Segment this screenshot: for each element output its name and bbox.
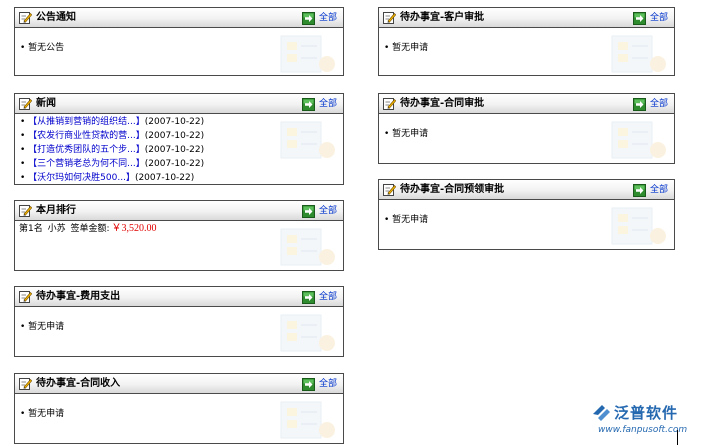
amount-label: 签单金额:	[70, 224, 110, 234]
panel-ranking: 本月排行 全部 第1名 小苏 签单金额: ￥3,520.00	[14, 200, 344, 271]
news-date: (2007-10-22)	[134, 173, 195, 183]
panel-contract-approval: 待办事宜-合同审批 全部 • 暂无申请	[378, 93, 675, 164]
arrow-right-icon	[302, 378, 315, 391]
view-all-label[interactable]: 全部	[650, 184, 668, 196]
edit-icon	[19, 377, 32, 390]
logo-mark-icon	[593, 405, 610, 421]
panel-announcement: 公告通知 全部 • 暂无公告	[14, 7, 344, 76]
rank-position: 第1名	[19, 224, 43, 234]
arrow-right-icon	[302, 98, 315, 111]
panel-header: 待办事宜-合同收入 全部	[15, 374, 343, 394]
view-all-label[interactable]: 全部	[319, 98, 337, 110]
empty-message: • 暂无申请	[384, 215, 429, 225]
panel-customer-approval: 待办事宜-客户审批 全部 • 暂无申请	[378, 7, 675, 76]
panel-title: 待办事宜-客户审批	[400, 12, 485, 23]
rank-person: 小苏	[47, 224, 66, 234]
news-link[interactable]: 【沃尔玛如何决胜500...】	[28, 173, 135, 183]
view-all-button[interactable]: 全部	[633, 11, 668, 25]
panel-header: 待办事宜-费用支出 全部	[15, 287, 343, 307]
view-all-button[interactable]: 全部	[633, 183, 668, 197]
arrow-right-icon	[633, 12, 646, 25]
edit-icon	[19, 97, 32, 110]
edit-icon	[19, 11, 32, 24]
ranking-row: 第1名 小苏 签单金额: ￥3,520.00	[19, 223, 159, 235]
edit-icon	[383, 183, 396, 196]
panel-header: 公告通知 全部	[15, 8, 343, 28]
news-item: • 【打造优秀团队的五个步...】(2007-10-22)	[20, 145, 205, 155]
panel-title: 待办事宜-合同预领审批	[400, 184, 505, 195]
arrow-right-icon	[302, 291, 315, 304]
edit-icon	[19, 204, 32, 217]
arrow-right-icon	[302, 205, 315, 218]
news-date: (2007-10-22)	[144, 131, 205, 141]
panel-title: 公告通知	[36, 12, 76, 23]
panel-watermark	[273, 398, 337, 444]
view-all-label[interactable]: 全部	[319, 378, 337, 390]
view-all-label[interactable]: 全部	[319, 205, 337, 217]
view-all-button[interactable]: 全部	[302, 290, 337, 304]
empty-message: • 暂无申请	[20, 322, 65, 332]
news-link[interactable]: 【从推销到营销的组织结...】	[28, 117, 145, 127]
news-link[interactable]: 【打造优秀团队的五个步...】	[28, 145, 145, 155]
view-all-button[interactable]: 全部	[302, 377, 337, 391]
view-all-button[interactable]: 全部	[302, 97, 337, 111]
panel-news: 新闻 全部 • 【从推销到营销的组织结...】(2007-10-22) • 【农…	[14, 93, 344, 185]
panel-header: 待办事宜-合同审批 全部	[379, 94, 674, 114]
news-date: (2007-10-22)	[144, 145, 205, 155]
view-all-button[interactable]: 全部	[302, 204, 337, 218]
panel-expense: 待办事宜-费用支出 全部 • 暂无申请	[14, 286, 344, 357]
panel-watermark	[273, 32, 337, 76]
edit-icon	[383, 97, 396, 110]
empty-message: • 暂无公告	[20, 43, 65, 53]
view-all-label[interactable]: 全部	[319, 291, 337, 303]
arrow-right-icon	[302, 12, 315, 25]
edit-icon	[383, 11, 396, 24]
panel-header: 新闻 全部	[15, 94, 343, 114]
panel-income: 待办事宜-合同收入 全部 • 暂无申请	[14, 373, 344, 444]
panel-title: 待办事宜-合同收入	[36, 378, 121, 389]
panel-watermark	[273, 118, 337, 164]
view-all-label[interactable]: 全部	[319, 12, 337, 24]
panel-title: 待办事宜-费用支出	[36, 291, 121, 302]
news-link[interactable]: 【农发行商业性贷款的营...】	[28, 131, 145, 141]
news-item: • 【三个营销老总为何不同...】(2007-10-22)	[20, 159, 205, 169]
panel-prereceipt-approval: 待办事宜-合同预领审批 全部 • 暂无申请	[378, 179, 675, 250]
news-item: • 【农发行商业性贷款的营...】(2007-10-22)	[20, 131, 205, 141]
panel-watermark	[273, 225, 337, 271]
panel-watermark	[273, 311, 337, 357]
news-item: • 【沃尔玛如何决胜500...】(2007-10-22)	[20, 173, 195, 183]
logo-name: 泛普软件	[614, 404, 679, 422]
panel-header: 待办事宜-客户审批 全部	[379, 8, 674, 28]
news-link[interactable]: 【三个营销老总为何不同...】	[28, 159, 145, 169]
empty-message: • 暂无申请	[384, 129, 429, 139]
panel-watermark	[604, 204, 668, 250]
view-all-button[interactable]: 全部	[302, 11, 337, 25]
divider-mark	[677, 430, 678, 445]
panel-header: 待办事宜-合同预领审批 全部	[379, 180, 674, 200]
amount-value: ￥3,520.00	[111, 223, 157, 234]
view-all-label[interactable]: 全部	[650, 98, 668, 110]
edit-icon	[19, 290, 32, 303]
news-date: (2007-10-22)	[144, 117, 205, 127]
panel-header: 本月排行 全部	[15, 201, 343, 221]
panel-title: 待办事宜-合同审批	[400, 98, 485, 109]
news-date: (2007-10-22)	[144, 159, 205, 169]
arrow-right-icon	[633, 98, 646, 111]
panel-watermark	[604, 118, 668, 164]
logo-url: www.fanpusoft.com	[598, 425, 688, 435]
view-all-label[interactable]: 全部	[650, 12, 668, 24]
empty-message: • 暂无申请	[384, 43, 429, 53]
news-list: • 【从推销到营销的组织结...】(2007-10-22) • 【农发行商业性贷…	[20, 115, 205, 184]
panel-title: 新闻	[36, 98, 56, 109]
arrow-right-icon	[633, 184, 646, 197]
panel-watermark	[604, 32, 668, 76]
brand-logo: 泛普软件 www.fanpusoft.com	[590, 402, 708, 442]
view-all-button[interactable]: 全部	[633, 97, 668, 111]
panel-title: 本月排行	[36, 205, 76, 216]
news-item: • 【从推销到营销的组织结...】(2007-10-22)	[20, 117, 205, 127]
empty-message: • 暂无申请	[20, 409, 65, 419]
